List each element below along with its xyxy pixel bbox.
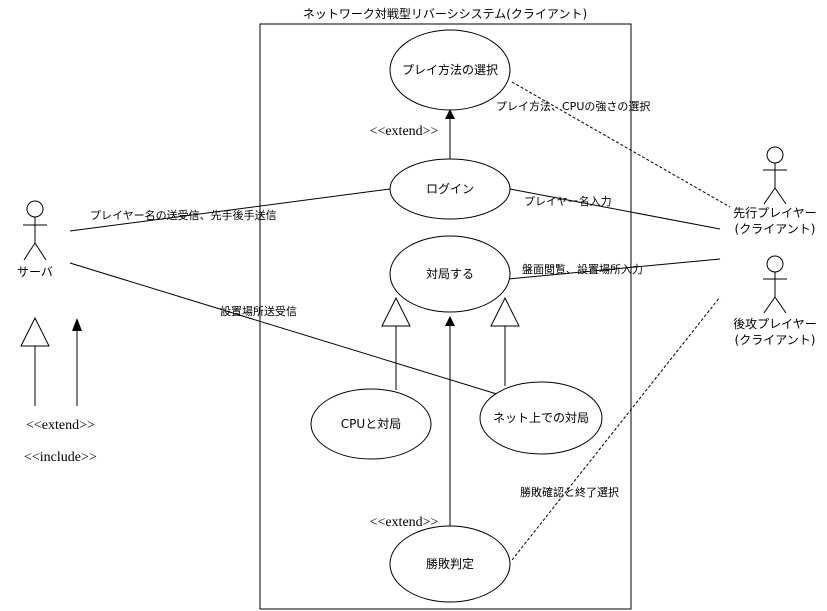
use-case-diagram: ネットワーク対戦型リバーシシステム(クライアント) プレイ方法の選択 ログイン … — [17, 7, 817, 610]
actor-second-player-label-line1: 後攻プレイヤー — [733, 317, 817, 331]
legend-hollow-arrowhead — [20, 316, 50, 347]
actor-first-player — [763, 146, 787, 205]
net-match-generalization-arrowhead — [490, 296, 520, 327]
edge-label-player-name-input: プレイヤー名入力 — [524, 194, 612, 208]
edge-label-board-view: 盤面閲覧、設置場所入力 — [522, 262, 643, 276]
legend-extend-label: <<extend>> — [26, 418, 95, 433]
cpu-match-generalization-arrowhead — [381, 296, 411, 327]
edge-label-server-name-exchange: プレイヤー名の送受信、先手後手送信 — [90, 208, 277, 222]
actor-server — [23, 200, 47, 261]
edge-label-placement-exchange: 設置場所送受信 — [220, 304, 297, 318]
system-title: ネットワーク対戦型リバーシシステム(クライアント) — [303, 7, 587, 21]
use-case-match-label: 対局する — [426, 267, 474, 281]
legend-filled-arrowhead — [72, 318, 82, 331]
edge-label-result-confirm: 勝敗確認と終了選択 — [520, 485, 619, 499]
extend-label-top: <<extend>> — [370, 124, 439, 139]
actor-second-player — [763, 255, 787, 314]
use-case-login-label: ログイン — [426, 182, 474, 196]
actor-first-player-label-line1: 先行プレイヤー — [733, 206, 817, 220]
use-case-cpu-match-label: CPUと対局 — [341, 417, 401, 431]
actor-first-player-label-line2: (クライアント) — [735, 222, 816, 236]
actor-second-player-label-line2: (クライアント) — [735, 333, 816, 347]
extend-label-bottom: <<extend>> — [370, 515, 439, 530]
actor-server-label: サーバ — [17, 265, 53, 279]
use-case-net-match-label: ネット上での対局 — [493, 411, 589, 425]
use-case-result-label: 勝敗判定 — [426, 556, 474, 571]
use-case-play-method-label: プレイ方法の選択 — [402, 62, 498, 77]
legend-include-label: <<include>> — [24, 450, 97, 465]
edge-label-play-method-select: プレイ方法、CPUの強さの選択 — [496, 99, 650, 113]
